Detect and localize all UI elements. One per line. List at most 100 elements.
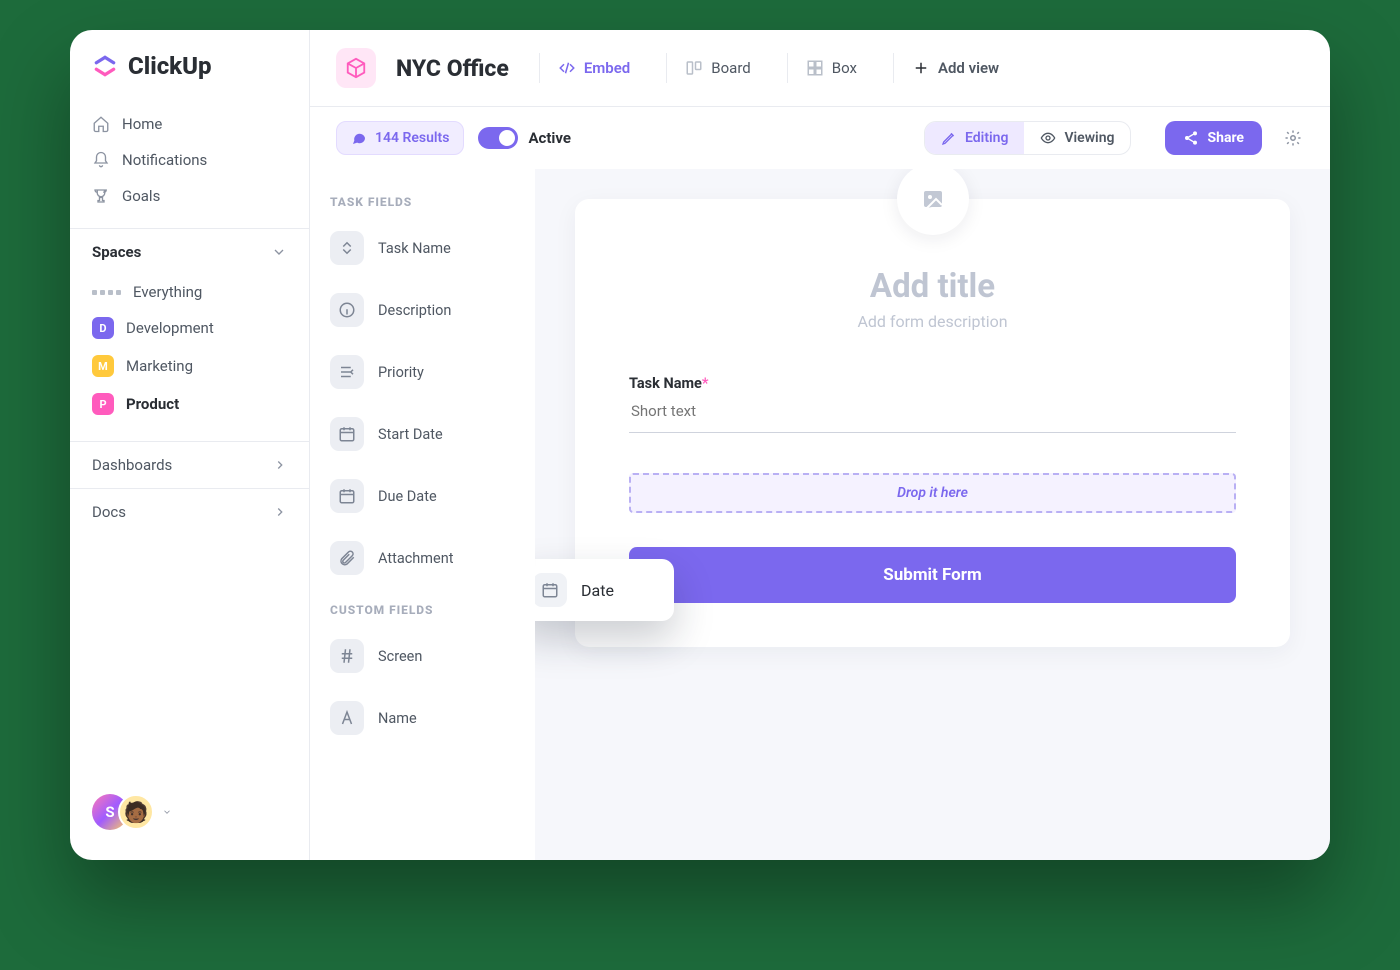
space-everything[interactable]: Everything (78, 275, 301, 309)
field-label: Screen (378, 648, 422, 665)
gear-icon (1284, 129, 1302, 147)
home-icon (92, 115, 110, 133)
calendar-icon (330, 417, 364, 451)
settings-button[interactable] (1282, 127, 1304, 149)
chevron-right-icon (273, 458, 287, 472)
field-label: Description (378, 302, 451, 319)
share-icon (1183, 130, 1199, 146)
mode-editing[interactable]: Editing (925, 122, 1024, 154)
view-tab-embed[interactable]: Embed (539, 53, 640, 83)
space-product[interactable]: P Product (78, 385, 301, 423)
task-fields-heading: TASK FIELDS (326, 187, 519, 223)
calendar-icon (330, 479, 364, 513)
hash-icon (330, 639, 364, 673)
image-icon (921, 187, 945, 211)
share-label: Share (1207, 130, 1244, 146)
field-due-date[interactable]: Due Date (326, 471, 519, 533)
dragging-field-chip[interactable]: Date (535, 559, 674, 621)
submit-button[interactable]: Submit Form (629, 547, 1236, 603)
form-dropzone[interactable]: Drop it here (629, 473, 1236, 513)
nav-goals[interactable]: Goals (78, 178, 301, 214)
caret-down-icon[interactable] (162, 807, 172, 817)
field-description[interactable]: Description (326, 285, 519, 347)
spaces-list: Everything D Development M Marketing P P… (70, 271, 309, 441)
toggle-switch[interactable] (478, 127, 518, 149)
field-label: Task Name (378, 240, 451, 257)
nav-home-label: Home (122, 115, 162, 133)
view-tab-board[interactable]: Board (666, 53, 760, 83)
brand-name: ClickUp (128, 52, 212, 80)
eye-icon (1040, 130, 1056, 146)
share-button[interactable]: Share (1165, 121, 1262, 155)
view-tab-embed-label: Embed (584, 59, 630, 77)
grid-icon (92, 290, 121, 295)
sidebar-docs[interactable]: Docs (70, 488, 309, 535)
task-name-input[interactable] (629, 392, 1236, 433)
spaces-header[interactable]: Spaces (70, 228, 309, 271)
space-marketing[interactable]: M Marketing (78, 347, 301, 385)
user-avatars[interactable]: S 🧑🏾 (70, 782, 309, 842)
board-icon (685, 59, 703, 77)
nav-notifications-label: Notifications (122, 151, 207, 169)
mode-editing-label: Editing (965, 130, 1008, 146)
page-title: NYC Office (396, 55, 509, 82)
view-tab-board-label: Board (711, 59, 750, 77)
active-toggle[interactable]: Active (478, 127, 571, 149)
form-canvas[interactable]: Add title Add form description Task Name… (535, 169, 1330, 860)
mode-segment: Editing Viewing (924, 121, 1131, 155)
chevron-down-icon (271, 244, 287, 260)
space-product-label: Product (126, 395, 179, 413)
active-label: Active (528, 129, 571, 147)
custom-fields-heading: CUSTOM FIELDS (326, 595, 519, 631)
cube-icon (345, 57, 367, 79)
nav-home[interactable]: Home (78, 106, 301, 142)
field-label: Due Date (378, 488, 437, 505)
nav-notifications[interactable]: Notifications (78, 142, 301, 178)
field-task-name[interactable]: Task Name (326, 223, 519, 285)
brand: ClickUp (70, 52, 309, 80)
sidebar-dashboards[interactable]: Dashboards (70, 441, 309, 488)
add-view-button[interactable]: Add view (893, 53, 1009, 83)
space-badge: P (92, 393, 114, 415)
comment-icon (351, 130, 367, 146)
field-attachment[interactable]: Attachment (326, 533, 519, 595)
brand-logo-icon (92, 53, 118, 79)
mode-viewing[interactable]: Viewing (1024, 122, 1130, 154)
text-icon (330, 701, 364, 735)
docs-label: Docs (92, 503, 126, 521)
space-badge: M (92, 355, 114, 377)
space-development-label: Development (126, 319, 214, 337)
box-icon (806, 59, 824, 77)
mode-viewing-label: Viewing (1064, 130, 1114, 146)
main: NYC Office Embed Board Box Add view 144 (310, 30, 1330, 860)
info-icon (330, 293, 364, 327)
results-label: 144 Results (375, 130, 449, 146)
view-tab-box-label: Box (832, 59, 857, 77)
form-field-task-name[interactable]: Task Name* (629, 375, 1236, 433)
field-screen[interactable]: Screen (326, 631, 519, 693)
field-label: Name (378, 710, 417, 727)
avatar[interactable]: 🧑🏾 (118, 794, 154, 830)
field-name[interactable]: Name (326, 693, 519, 755)
topbar: NYC Office Embed Board Box Add view (310, 30, 1330, 107)
space-development[interactable]: D Development (78, 309, 301, 347)
required-asterisk: * (702, 375, 709, 392)
results-pill[interactable]: 144 Results (336, 121, 464, 155)
toolbar: 144 Results Active Editing Viewing Share (310, 107, 1330, 169)
field-priority[interactable]: Priority (326, 347, 519, 409)
field-label: Start Date (378, 426, 443, 443)
view-tab-box[interactable]: Box (787, 53, 867, 83)
space-icon-chip[interactable] (336, 48, 376, 88)
priority-icon (330, 355, 364, 389)
calendar-icon (535, 573, 567, 607)
spaces-header-label: Spaces (92, 243, 141, 261)
chevron-right-icon (273, 505, 287, 519)
nav-goals-label: Goals (122, 187, 160, 205)
space-marketing-label: Marketing (126, 357, 193, 375)
field-start-date[interactable]: Start Date (326, 409, 519, 471)
task-name-label: Task Name (629, 375, 702, 392)
form-subtitle-input[interactable]: Add form description (629, 312, 1236, 331)
trophy-icon (92, 187, 110, 205)
expand-icon (330, 231, 364, 265)
dashboards-label: Dashboards (92, 456, 172, 474)
